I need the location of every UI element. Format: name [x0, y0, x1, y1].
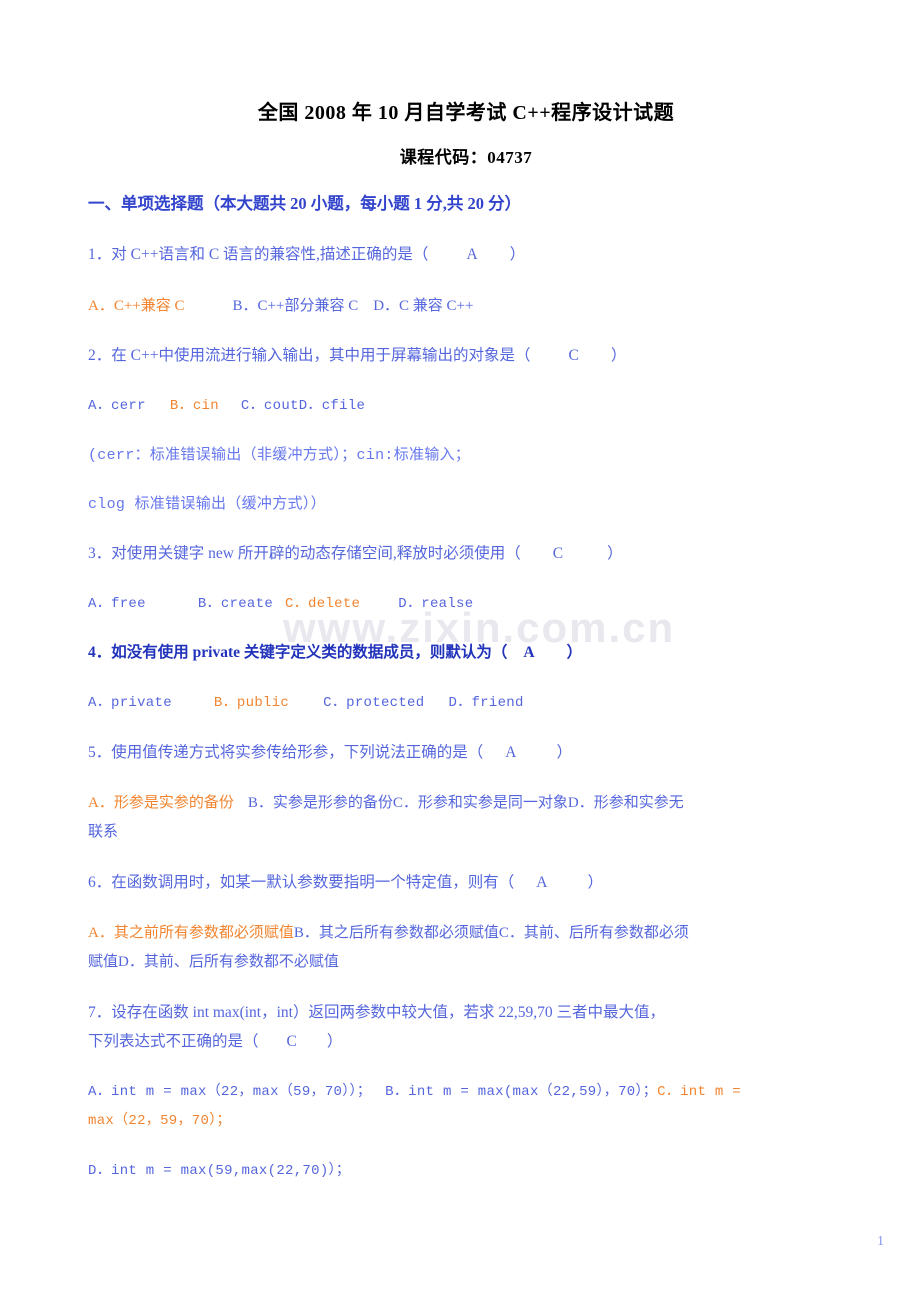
question-7-option-a: A．int m = max（22，max（59，70））；: [88, 1084, 372, 1100]
question-5-text: 使用值传递方式将实参传给形参，下列说法正确的是（: [111, 744, 484, 761]
question-5-options-wrap: 联系: [88, 818, 844, 847]
page-title: 全国 2008 年 10 月自学考试 C++程序设计试题: [257, 102, 675, 124]
question-7-options: A．int m = max（22，max（59，70））； B．int m = m…: [88, 1078, 844, 1107]
page-number: 1: [877, 1234, 884, 1249]
question-3-text: 对使用关键字 new 所开辟的动态存储空间,释放时必须使用（: [111, 545, 521, 562]
question-6-option-a: A．其之前所有参数都必须赋值: [88, 925, 294, 941]
question-1-option-a: A．C++兼容 C: [88, 298, 185, 314]
question-2-note-line-1: (cerr：标准错误输出（非缓冲方式）；cin:标准输入；: [88, 447, 471, 464]
question-4-answer: A: [523, 644, 535, 661]
question-6-close: ）: [587, 874, 603, 891]
question-5-option-a: A．形参是实参的备份: [88, 795, 234, 811]
question-3-option-b: B．create: [197, 596, 274, 612]
question-2-option-a: A．cerr: [88, 398, 146, 414]
question-1-stem: 1．对 C++语言和 C 语言的兼容性,描述正确的是（ A ）: [88, 240, 844, 269]
question-1-answer: A: [466, 246, 478, 263]
question-4-option-d: D．friend: [448, 695, 524, 711]
question-3-close: ）: [607, 545, 623, 562]
question-7-text-1: 设存在函数 int max(int，int）返回两参数中较大值，若求 22,59…: [111, 1004, 665, 1021]
question-2-options: A．cerr B．cin C．coutD．cfile: [88, 392, 844, 421]
question-7-option-d-text: D．int m = max(59,max(22,70)）；: [88, 1163, 351, 1179]
question-2-number: 2．: [88, 347, 112, 364]
question-3-option-c: C．delete: [285, 596, 361, 612]
page-content: www.zixin.com.cn 全国 2008 年 10 月自学考试 C++程…: [88, 0, 844, 1302]
question-7-close: ）: [326, 1033, 343, 1050]
question-5-options-rest: B．实参是形参的备份C．形参和实参是同一对象D．形参和实参无: [247, 795, 684, 811]
question-2-stem: 2．在 C++中使用流进行输入输出，其中用于屏幕输出的对象是（ C ）: [88, 341, 844, 370]
question-3-option-d: D．realse: [398, 596, 474, 612]
question-4-option-b: B．public: [213, 695, 290, 711]
question-5-options: A．形参是实参的备份 B．实参是形参的备份C．形参和实参是同一对象D．形参和实参无: [88, 789, 844, 818]
question-7-option-c-wrap-text: max（22，59，70）；: [88, 1113, 231, 1129]
question-3-options: A．free B．create C．delete D．realse: [88, 590, 844, 619]
question-1-text: 对 C++语言和 C 语言的兼容性,描述正确的是（: [111, 246, 429, 263]
question-4-stem: 4．如没有使用 private 关键字定义类的数据成员，则默认为（ A ）: [88, 638, 844, 667]
question-5-stem: 5．使用值传递方式将实参传给形参，下列说法正确的是（ A ）: [88, 738, 844, 767]
question-6-options-rest: B．其之后所有参数都必须赋值C．其前、后所有参数都必须: [293, 925, 689, 941]
course-code: 课程代码：04737: [399, 148, 533, 167]
question-7-stem-line-2: 下列表达式不正确的是（ C ）: [88, 1027, 844, 1056]
question-3-answer: C: [552, 545, 564, 562]
question-3-number: 3．: [88, 545, 112, 562]
question-5-close: ）: [556, 744, 572, 761]
question-6-stem: 6．在函数调用时，如某一默认参数要指明一个特定值，则有（ A ）: [88, 868, 844, 897]
question-1-options: A．C++兼容 C B．C++部分兼容 C D．C 兼容 C++: [88, 292, 844, 321]
question-5-number: 5．: [88, 744, 112, 761]
question-1-number: 1．: [88, 246, 112, 263]
document-page: www.zixin.com.cn 全国 2008 年 10 月自学考试 C++程…: [0, 0, 920, 1302]
question-7-stem-line-1: 7．设存在函数 int max(int，int）返回两参数中较大值，若求 22,…: [88, 998, 844, 1027]
question-6-number: 6．: [88, 874, 112, 891]
question-7-option-d: D．int m = max(59,max(22,70)）；: [88, 1157, 844, 1186]
question-3-option-a: A．free: [88, 596, 146, 612]
question-5-options-wrap-text: 联系: [88, 824, 119, 840]
question-4-option-c: C．protected: [323, 695, 425, 711]
question-2-text: 在 C++中使用流进行输入输出，其中用于屏幕输出的对象是（: [111, 347, 531, 364]
question-2-close: ）: [610, 347, 627, 364]
question-6-options-wrap: 赋值D．其前、后所有参数都不必赋值: [88, 948, 844, 977]
question-2-answer: C: [568, 347, 579, 364]
question-7-option-b: B．int m = max(max（22,59），70）；: [385, 1084, 658, 1100]
question-3-stem: 3．对使用关键字 new 所开辟的动态存储空间,释放时必须使用（ C ）: [88, 539, 844, 568]
question-6-options-wrap-text: 赋值D．其前、后所有参数都不必赋值: [88, 954, 339, 970]
question-4-close: ）: [566, 644, 583, 661]
question-7-option-c-wrap: max（22，59，70）；: [88, 1107, 844, 1136]
question-7-number: 7．: [88, 1004, 112, 1021]
question-7-answer: C: [286, 1033, 297, 1050]
question-7-option-c: C．int m =: [657, 1084, 741, 1100]
question-5-answer: A: [505, 744, 517, 761]
question-1-options-rest: B．C++部分兼容 C D．C 兼容 C++: [232, 298, 474, 314]
question-4-option-a: A．private: [88, 695, 172, 711]
question-6-text: 在函数调用时，如某一默认参数要指明一个特定值，则有（: [111, 874, 515, 891]
question-1-close: ）: [509, 246, 526, 263]
question-7-text-2: 下列表达式不正确的是（: [88, 1033, 259, 1050]
question-2-option-cd: C．coutD．cfile: [240, 398, 366, 414]
question-4-options: A．private B．public C．protected D．friend: [88, 689, 844, 718]
question-6-options: A．其之前所有参数都必须赋值B．其之后所有参数都必须赋值C．其前、后所有参数都必…: [88, 919, 844, 948]
question-6-answer: A: [536, 874, 548, 891]
section-heading: 一、单项选择题（本大题共 20 小题，每小题 1 分,共 20 分）: [88, 194, 522, 213]
question-4-number: 4．: [88, 644, 112, 661]
question-2-note-line-2: clog 标准错误输出（缓冲方式））: [88, 496, 326, 513]
question-2-option-b: B．cin: [169, 398, 219, 414]
question-4-text: 如没有使用 private 关键字定义类的数据成员，则默认为（: [111, 644, 508, 661]
